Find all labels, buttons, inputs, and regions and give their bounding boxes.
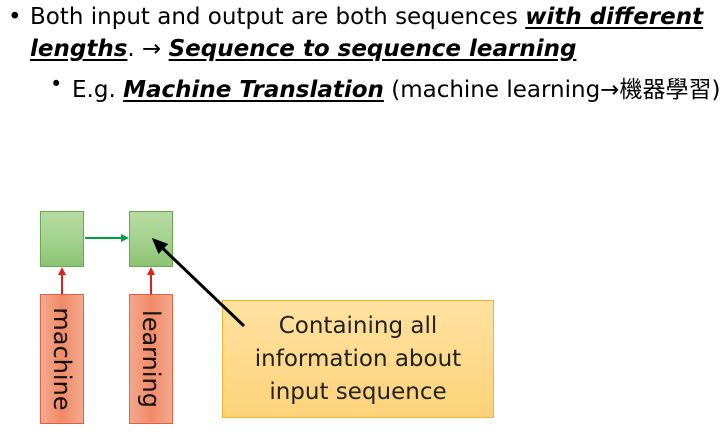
pointer-arrow bbox=[151, 237, 246, 328]
arrows-layer bbox=[58, 234, 246, 328]
